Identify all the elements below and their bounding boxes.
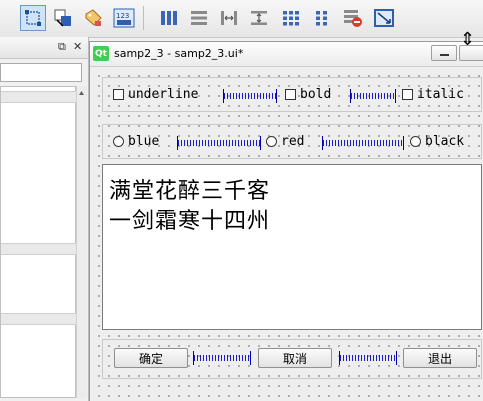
dock-category-band[interactable]	[1, 243, 77, 255]
checkbox-label: bold	[300, 87, 332, 102]
horizontal-spacer	[339, 351, 397, 365]
form-window: Qt samp2_3 - samp2_3.ui* underline bold …	[89, 41, 483, 401]
edit-signals-slots-icon[interactable]	[50, 5, 76, 31]
radio-label: black	[425, 134, 465, 149]
checkbox-label: italic	[417, 87, 464, 102]
layout-form-icon[interactable]	[309, 5, 335, 31]
text-edit[interactable]: 满堂花醉三千客 一剑霜寒十四州	[102, 164, 482, 330]
form-editor-toolbar: 123	[0, 0, 483, 38]
dock-tree-view[interactable]	[0, 86, 77, 398]
dock-category-band[interactable]	[1, 313, 77, 325]
radio-label: blue	[128, 134, 160, 149]
close-icon[interactable]: ✕	[73, 40, 82, 53]
dock-category-band[interactable]	[1, 91, 77, 103]
cancel-button[interactable]: 取消	[258, 348, 332, 368]
edit-widgets-icon[interactable]	[20, 5, 46, 31]
font-style-group: underline bold italic	[102, 77, 482, 112]
form-title: samp2_3 - samp2_3.ui*	[114, 47, 244, 60]
layout-horizontal-icon[interactable]	[156, 5, 182, 31]
radio-circle[interactable]	[410, 136, 421, 147]
radio-circle[interactable]	[266, 136, 277, 147]
tab-order-label: 123	[116, 12, 129, 20]
resize-cursor-icon: ⇕	[460, 29, 476, 50]
dock-scrollbar[interactable]	[76, 86, 87, 398]
bold-checkbox[interactable]: bold	[285, 87, 331, 102]
horizontal-spacer	[193, 351, 251, 365]
layout-grid-icon[interactable]	[278, 5, 304, 31]
layout-splitter-vertical-icon[interactable]	[246, 5, 272, 31]
black-radio[interactable]: black	[410, 134, 464, 149]
text-line: 满堂花醉三千客	[109, 179, 271, 204]
checkbox-box[interactable]	[285, 89, 296, 100]
break-layout-icon[interactable]	[340, 5, 366, 31]
layout-vertical-icon[interactable]	[186, 5, 212, 31]
minimize-button[interactable]	[431, 45, 457, 61]
checkbox-box[interactable]	[402, 89, 413, 100]
dock-title-bar: ⧉ ✕	[0, 37, 88, 59]
horizontal-spacer	[350, 89, 396, 103]
checkbox-box[interactable]	[113, 89, 124, 100]
text-line: 一剑霜寒十四州	[109, 209, 271, 234]
italic-checkbox[interactable]: italic	[402, 87, 464, 102]
blue-radio[interactable]: blue	[113, 134, 159, 149]
layout-splitter-horizontal-icon[interactable]	[216, 5, 242, 31]
widget-box-dock: ⧉ ✕	[0, 37, 89, 401]
exit-button[interactable]: 退出	[403, 348, 477, 368]
adjust-size-icon[interactable]	[371, 5, 397, 31]
horizontal-spacer	[177, 136, 261, 150]
edit-buddies-icon[interactable]	[80, 5, 106, 31]
dock-filter-input[interactable]	[0, 63, 82, 82]
form-canvas[interactable]: underline bold italic blue red black 满堂花…	[90, 67, 483, 401]
toolbar-separator	[143, 6, 144, 30]
radio-circle[interactable]	[113, 136, 124, 147]
edit-tab-order-icon[interactable]: 123	[111, 5, 137, 31]
underline-checkbox[interactable]: underline	[113, 87, 198, 102]
form-title-bar[interactable]: Qt samp2_3 - samp2_3.ui*	[90, 42, 483, 67]
font-color-group: blue red black	[102, 124, 482, 159]
checkbox-label: underline	[128, 87, 199, 102]
radio-label: red	[281, 134, 305, 149]
ok-button[interactable]: 确定	[114, 348, 188, 368]
horizontal-spacer	[223, 89, 277, 103]
float-icon[interactable]: ⧉	[58, 40, 66, 54]
red-radio[interactable]: red	[266, 134, 304, 149]
horizontal-spacer	[322, 136, 404, 150]
qt-logo-icon: Qt	[93, 46, 109, 61]
